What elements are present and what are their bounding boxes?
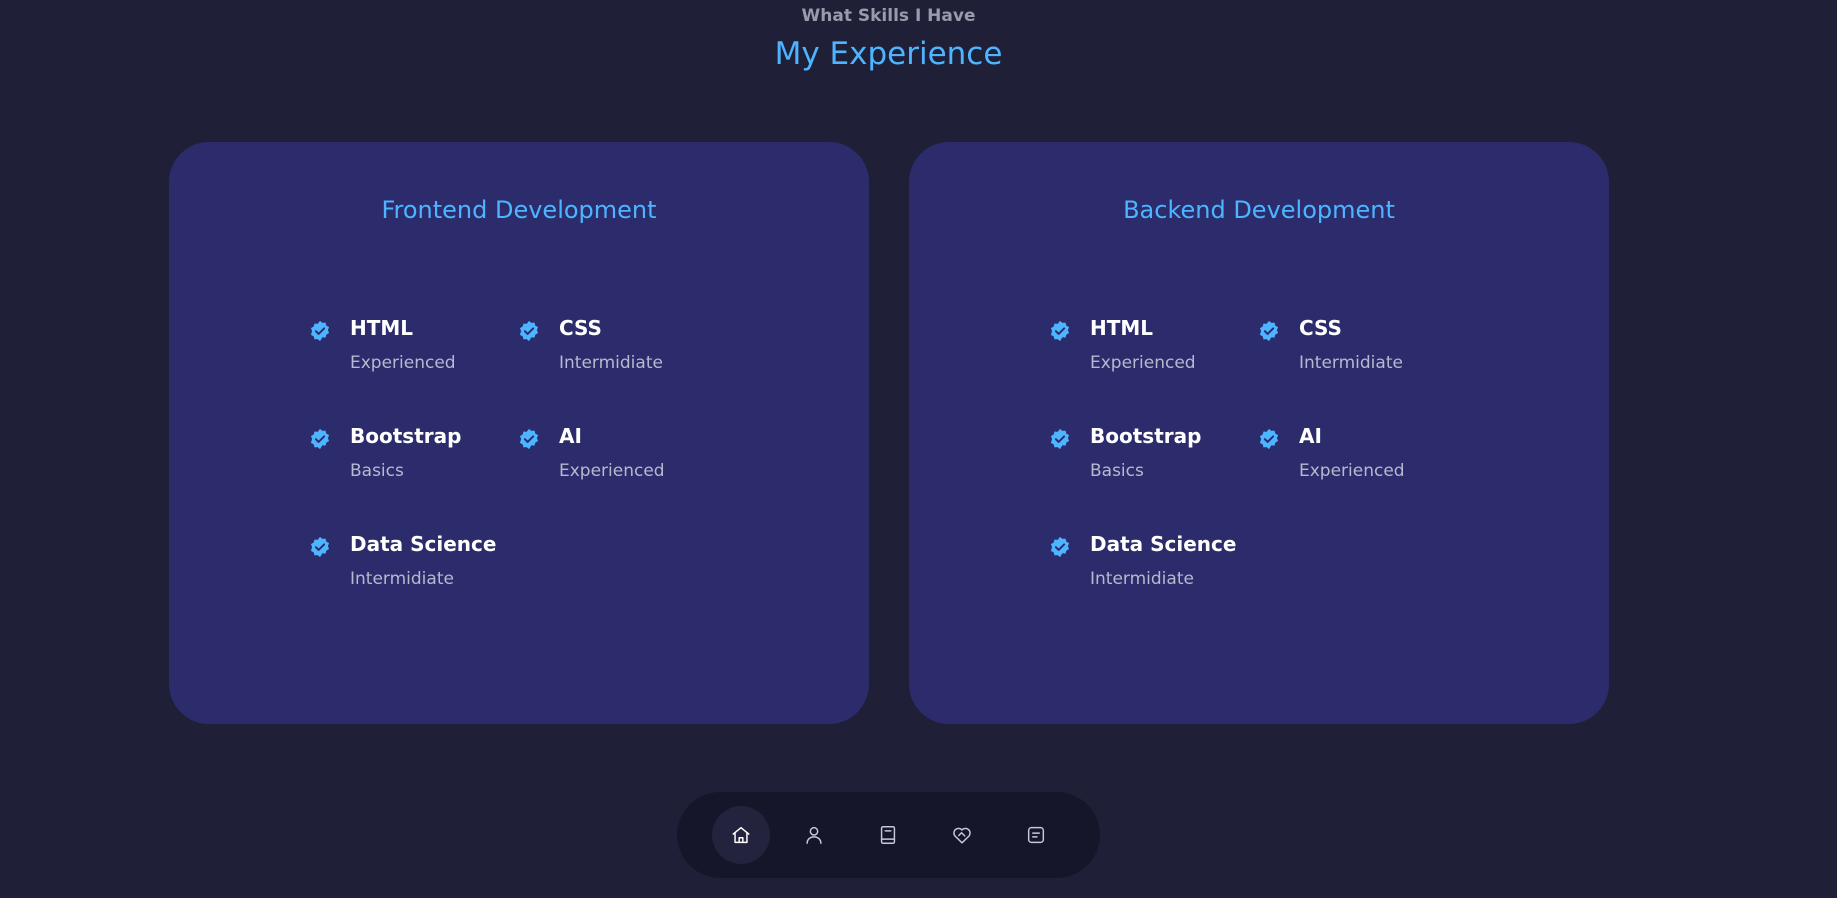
skill-level: Experienced xyxy=(1299,461,1405,481)
badge-check-icon xyxy=(310,428,330,450)
badge-check-icon xyxy=(1050,320,1070,342)
user-icon xyxy=(806,826,822,844)
backend-card: Backend Development HTML Experienced CSS… xyxy=(909,142,1609,724)
skill-name: HTML xyxy=(1090,316,1154,340)
skill-item: HTML Experienced xyxy=(1049,316,1249,386)
badge-check-icon xyxy=(1050,536,1070,558)
badge-check-icon xyxy=(1259,428,1279,450)
nav-about-link[interactable] xyxy=(785,806,843,864)
badge-check-icon xyxy=(519,320,539,342)
skill-level: Intermidiate xyxy=(559,353,663,373)
skill-level: Experienced xyxy=(559,461,665,481)
skill-level: Basics xyxy=(350,461,404,481)
badge-check-icon xyxy=(310,320,330,342)
skill-level: Intermidiate xyxy=(350,569,454,589)
skill-name: Data Science xyxy=(350,532,497,556)
nav-experience-link[interactable] xyxy=(859,806,917,864)
skill-name: CSS xyxy=(1299,316,1342,340)
skill-item: Bootstrap Basics xyxy=(309,424,509,494)
section-title: My Experience xyxy=(774,36,1003,72)
services-icon xyxy=(953,827,971,844)
home-icon xyxy=(732,826,750,844)
badge-check-icon xyxy=(310,536,330,558)
skill-name: AI xyxy=(1299,424,1322,448)
skill-item: Bootstrap Basics xyxy=(1049,424,1249,494)
skill-level: Experienced xyxy=(1090,353,1196,373)
nav-contact-link[interactable] xyxy=(1007,806,1065,864)
skill-name: HTML xyxy=(350,316,414,340)
frontend-card: Frontend Development HTML Experienced CS… xyxy=(169,142,869,724)
bottom-nav xyxy=(677,792,1100,878)
skill-item: CSS Intermidiate xyxy=(518,316,718,386)
section-subtitle: What Skills I Have xyxy=(801,6,976,26)
skill-name: Bootstrap xyxy=(1090,424,1202,448)
skill-name: Data Science xyxy=(1090,532,1237,556)
book-icon xyxy=(880,826,896,844)
skill-level: Basics xyxy=(1090,461,1144,481)
skill-level: Intermidiate xyxy=(1090,569,1194,589)
frontend-card-title: Frontend Development xyxy=(381,196,657,224)
skill-name: AI xyxy=(559,424,582,448)
skill-item: AI Experienced xyxy=(1258,424,1458,494)
message-icon xyxy=(1027,826,1045,844)
skill-name: Bootstrap xyxy=(350,424,462,448)
skill-item: AI Experienced xyxy=(518,424,718,494)
backend-card-title: Backend Development xyxy=(1123,196,1395,224)
badge-check-icon xyxy=(519,428,539,450)
badge-check-icon xyxy=(1050,428,1070,450)
skill-item: CSS Intermidiate xyxy=(1258,316,1458,386)
badge-check-icon xyxy=(1259,320,1279,342)
skill-level: Intermidiate xyxy=(1299,353,1403,373)
skill-level: Experienced xyxy=(350,353,456,373)
nav-home-link[interactable] xyxy=(712,806,770,864)
skill-name: CSS xyxy=(559,316,602,340)
skill-item: Data Science Intermidiate xyxy=(1049,532,1249,602)
skill-item: Data Science Intermidiate xyxy=(309,532,509,602)
nav-services-link[interactable] xyxy=(933,806,991,864)
experience-page: What Skills I Have My Experience Fronten… xyxy=(0,0,1837,898)
skill-item: HTML Experienced xyxy=(309,316,509,386)
